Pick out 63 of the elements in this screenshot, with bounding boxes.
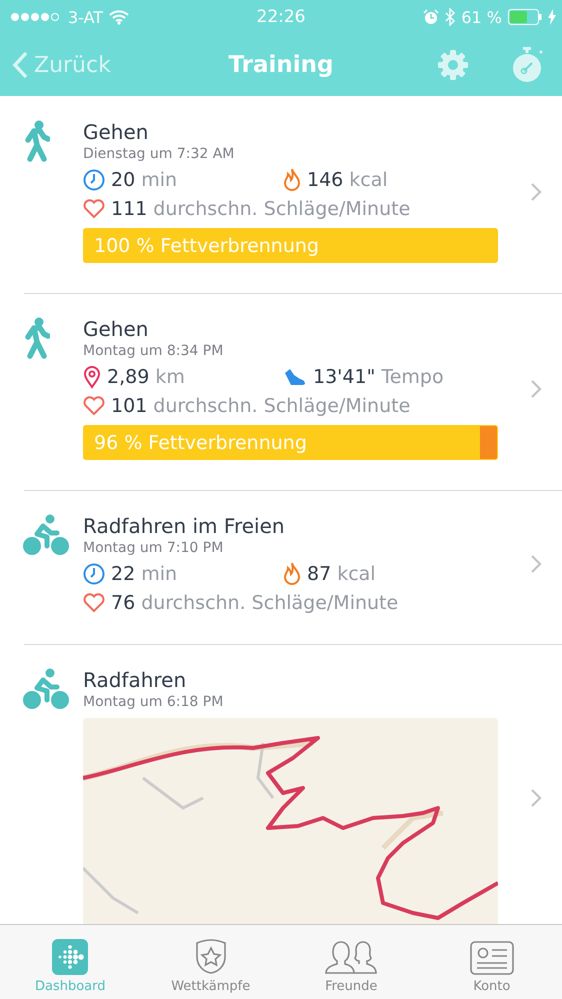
fat-burn-label: 96 % Fettverbrennung	[94, 432, 307, 454]
battery-percent: 61 %	[461, 8, 502, 26]
clock-icon	[83, 563, 105, 585]
activity-name: Gehen	[83, 120, 150, 144]
heart-icon	[83, 593, 105, 613]
signal-icon	[10, 12, 62, 22]
location-pin-icon	[83, 365, 101, 389]
stat-value: 22	[111, 563, 136, 585]
heart-icon	[83, 396, 105, 416]
activity-date: Dienstag um 7:32 AM	[83, 146, 236, 162]
stat-value: 111	[111, 198, 148, 220]
stat-unit: durchschn. Schläge/Minute	[153, 198, 410, 220]
activity-date: Montag um 6:18 PM	[83, 694, 224, 710]
chevron-left-icon	[12, 51, 28, 79]
chevron-right-icon[interactable]	[530, 788, 542, 808]
dots-grid-icon	[52, 939, 88, 975]
stat-value: 13'41"	[313, 366, 376, 388]
stat-value: 146	[307, 169, 344, 191]
screen-title: Training	[227, 52, 334, 78]
stat-unit: min	[141, 169, 178, 191]
stat-value: 87	[307, 563, 332, 585]
stat-value: 76	[111, 592, 136, 614]
clock-time: 22:26	[256, 7, 306, 27]
flame-icon	[283, 168, 301, 192]
heart-icon	[83, 199, 105, 219]
id-card-icon	[470, 941, 514, 975]
stopwatch-icon[interactable]	[510, 47, 544, 83]
activity-name: Radfahren im Freien	[83, 514, 286, 538]
shoe-icon	[283, 367, 307, 387]
wifi-icon	[109, 10, 130, 24]
carrier-name: 3-AT	[68, 8, 104, 26]
flame-icon	[283, 562, 301, 586]
tab-bar-item[interactable]: Konto	[422, 925, 562, 999]
chevron-right-icon[interactable]	[530, 378, 542, 398]
stat-unit: kcal	[349, 169, 388, 191]
battery-icon	[508, 9, 542, 25]
stat-value: 2,89	[107, 366, 150, 388]
fat-burn-label: 100 % Fettverbrennung	[94, 235, 319, 257]
activity-name: Radfahren	[83, 668, 188, 692]
two-people-icon	[324, 939, 378, 975]
stat-unit: min	[141, 563, 178, 585]
cyclist-icon	[22, 514, 70, 556]
stat-unit: km	[155, 366, 185, 388]
activity-date: Montag um 7:10 PM	[83, 540, 224, 556]
stat-value: 20	[111, 169, 136, 191]
bluetooth-icon	[445, 8, 456, 26]
stat-unit: Tempo	[381, 366, 444, 388]
alarm-icon	[423, 9, 440, 25]
clock-icon	[83, 169, 105, 191]
chevron-right-icon[interactable]	[530, 182, 542, 202]
activity-name: Gehen	[83, 317, 150, 341]
activity-date: Montag um 8:34 PM	[83, 343, 224, 359]
tab-bar-item[interactable]: Dashboard	[0, 925, 140, 999]
charging-icon	[548, 9, 556, 25]
tab-bar-item[interactable]: Freunde	[281, 925, 422, 999]
settings-icon[interactable]	[436, 48, 470, 82]
chevron-right-icon[interactable]	[530, 554, 542, 574]
stat-unit: durchschn. Schläge/Minute	[153, 395, 410, 417]
stat-unit: kcal	[337, 563, 376, 585]
stat-value: 101	[111, 395, 148, 417]
tab-bar-item[interactable]: Wettkämpfe	[140, 925, 281, 999]
cyclist-icon	[22, 668, 70, 710]
stat-unit: durchschn. Schläge/Minute	[141, 592, 398, 614]
